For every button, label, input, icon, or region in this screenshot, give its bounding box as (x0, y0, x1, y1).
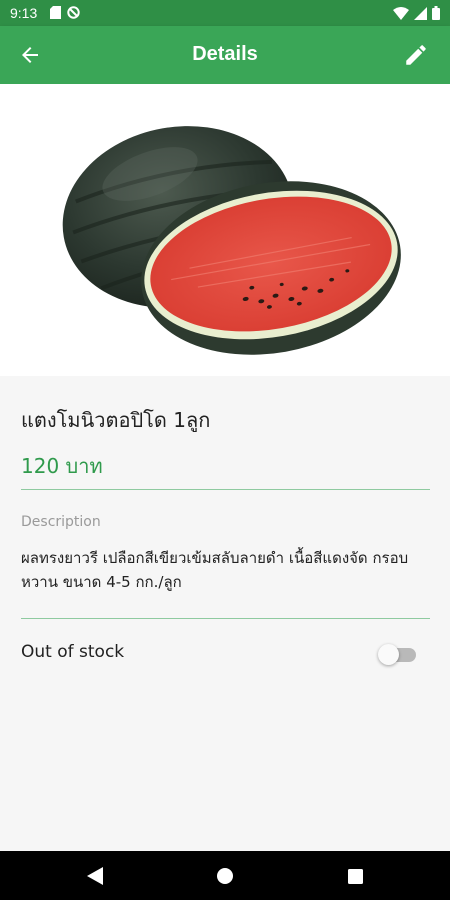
page-title: Details (192, 43, 258, 65)
status-time: 9:13 (10, 5, 38, 21)
pencil-icon (406, 45, 426, 65)
product-price: 120 บาท (21, 454, 103, 478)
nav-home-button[interactable] (212, 863, 238, 889)
recents-square-icon (347, 868, 363, 884)
watermelon-image (62, 126, 401, 355)
status-bar: 9:13 (0, 0, 450, 26)
product-name: แตงโมนิวตอปิโด 1ลูก (21, 408, 211, 432)
edit-button[interactable] (396, 35, 436, 75)
sd-card-icon (50, 6, 61, 19)
app-bar: Details (0, 26, 450, 84)
system-nav-bar (0, 851, 450, 900)
back-triangle-icon (87, 867, 103, 885)
product-image-container (0, 84, 450, 376)
description-label: Description (21, 514, 101, 530)
signal-icon (414, 6, 427, 20)
out-of-stock-toggle[interactable] (378, 644, 416, 665)
toggle-thumb (378, 644, 399, 665)
wifi-icon (393, 6, 409, 20)
divider (21, 618, 430, 619)
no-disturb-icon (67, 6, 80, 19)
home-circle-icon (217, 868, 233, 884)
nav-back-button[interactable] (82, 863, 108, 889)
battery-icon (432, 6, 440, 20)
out-of-stock-label: Out of stock (21, 642, 125, 662)
nav-recents-button[interactable] (342, 863, 368, 889)
description-text: ผลทรงยาวรี เปลือกสีเขียวเข้มสลับลายดำ เน… (21, 549, 409, 591)
divider (21, 489, 430, 490)
